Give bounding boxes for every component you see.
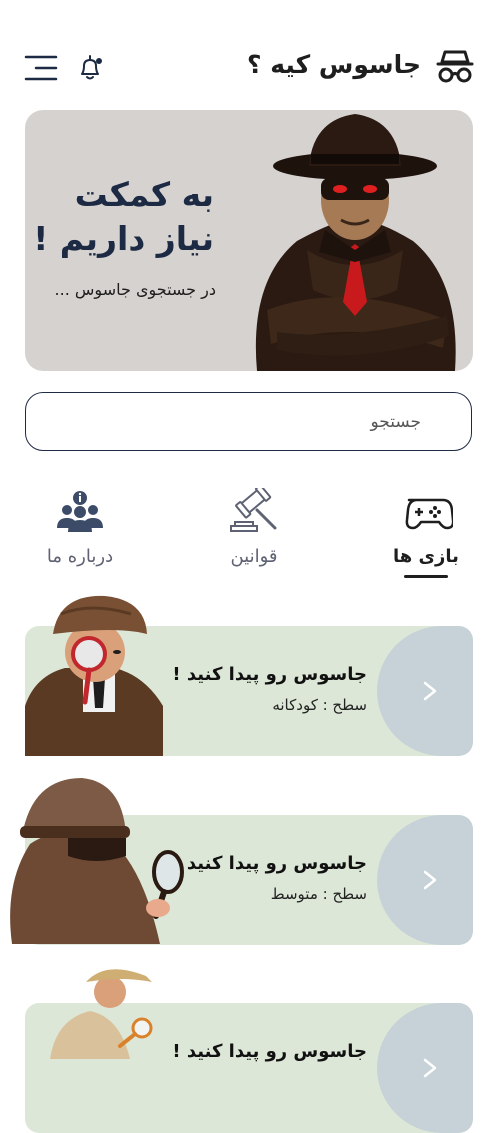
hero-banner: به کمکت نیاز داریم ! در جستجوی جاسوس ...	[25, 110, 473, 371]
hero-subtitle: در جستجوی جاسوس ...	[54, 280, 216, 299]
active-tab-indicator	[404, 575, 448, 578]
team-info-icon	[57, 491, 103, 532]
hero-heading-line1: به کمکت	[74, 175, 214, 214]
card-arrow-button[interactable]	[377, 626, 473, 756]
bell-icon[interactable]	[76, 53, 104, 83]
app-title: جاسوس کیه ؟	[247, 50, 421, 79]
game-level: سطح : متوسط	[270, 885, 367, 903]
hero-heading-line2: نیاز داریم !	[33, 219, 214, 258]
spy-illustration	[255, 114, 456, 371]
tab-rules[interactable]: قوانین	[199, 484, 309, 567]
hero-heading: به کمکت نیاز داریم !	[33, 173, 214, 261]
tab-rules-label: قوانین	[230, 546, 278, 567]
tab-about-label: درباره ما	[46, 546, 114, 567]
card-arrow-button[interactable]	[377, 1003, 473, 1133]
card-arrow-button[interactable]	[377, 815, 473, 945]
menu-icon[interactable]	[24, 54, 58, 82]
detective-kid-illustration	[25, 595, 163, 756]
game-level: سطح : کودکانه	[272, 696, 367, 714]
chevron-right-icon	[423, 681, 437, 701]
game-title: جاسوس رو پیدا کنید !	[172, 853, 367, 874]
hooded-detective-illustration	[10, 778, 184, 944]
chevron-right-icon	[423, 1058, 437, 1078]
chevron-right-icon	[423, 870, 437, 890]
game-title: جاسوس رو پیدا کنید !	[172, 664, 367, 685]
gavel-icon	[230, 484, 277, 532]
tab-about[interactable]: درباره ما	[25, 488, 135, 567]
tab-games-label: بازی ها	[393, 546, 459, 567]
spy-glasses-icon	[436, 50, 474, 83]
search-input[interactable]	[25, 392, 472, 451]
tab-games[interactable]: بازی ها	[371, 488, 481, 578]
explorer-detective-illustration	[50, 969, 153, 1059]
gamepad-icon	[405, 498, 455, 530]
